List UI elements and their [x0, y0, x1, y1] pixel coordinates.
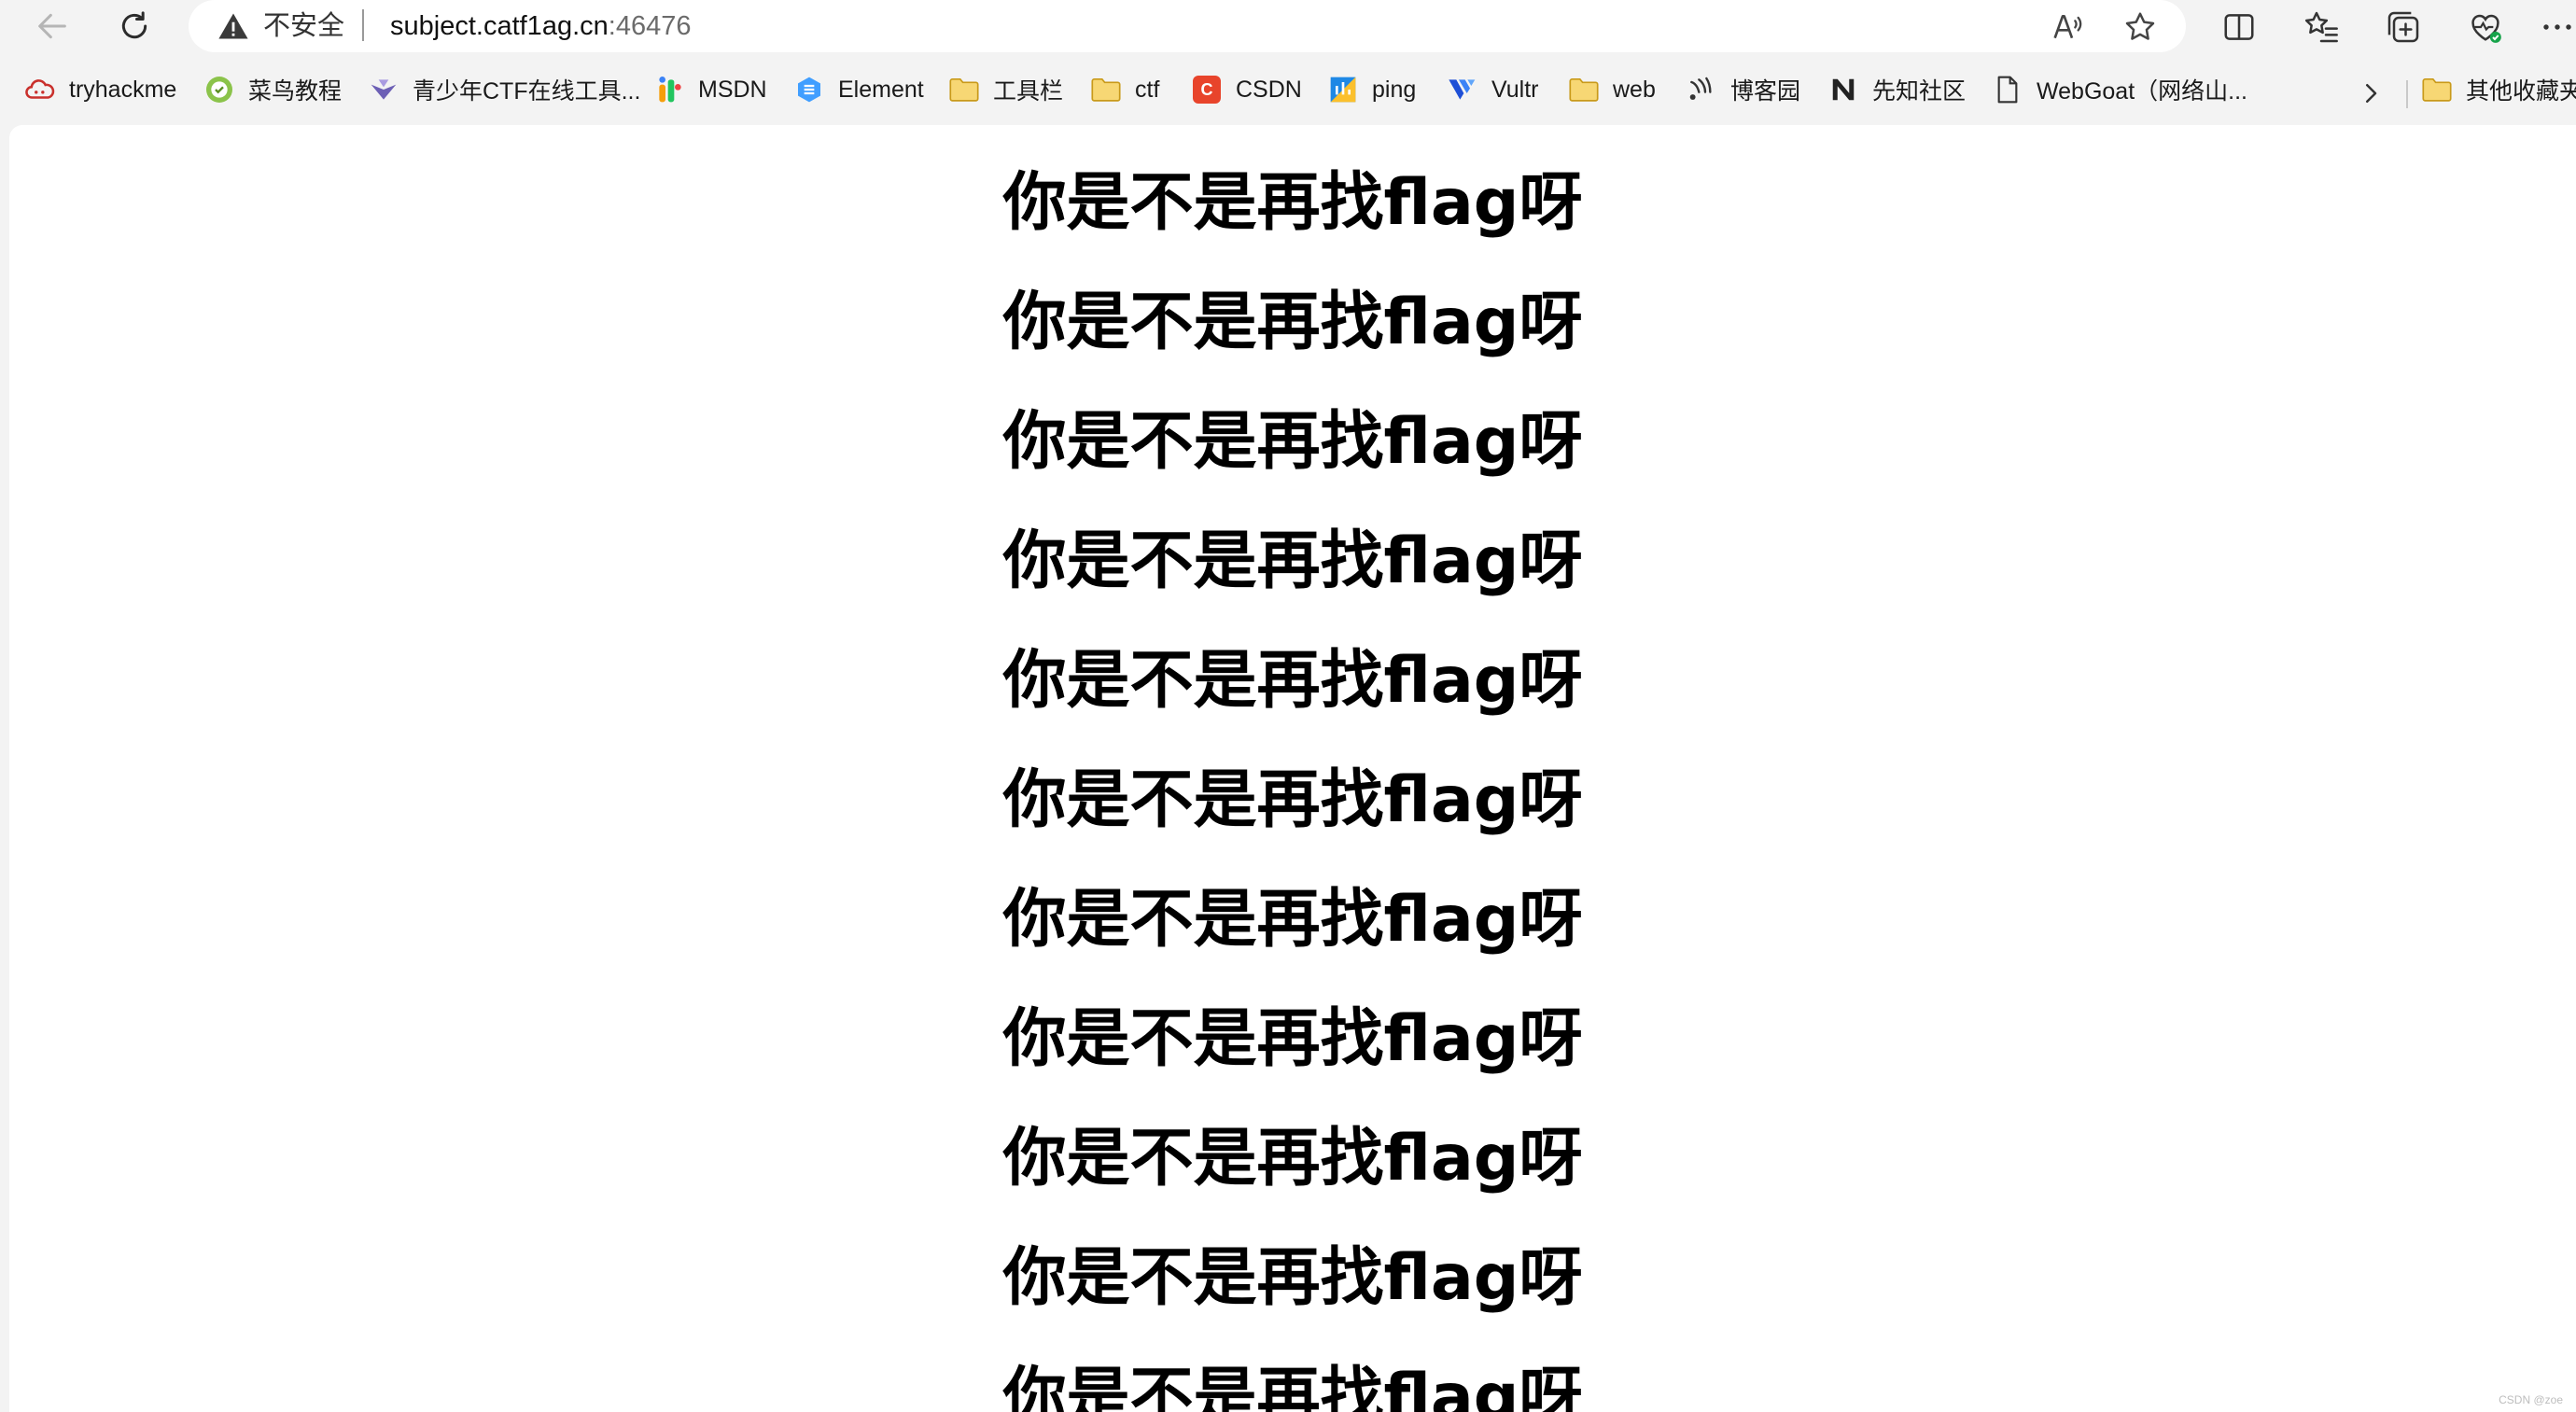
bookmark-tryhackme[interactable]: tryhackme	[24, 69, 176, 110]
bookmark-folder-tools[interactable]: 工具栏	[948, 69, 1063, 110]
bookmarks-bar: tryhackme 菜鸟教程 青少年CTF在线工具... MSDN Elemen…	[0, 62, 2576, 118]
address-bar[interactable]: 不安全 subject.catf1ag.cn:46476	[189, 0, 2186, 52]
security-label[interactable]: 不安全	[263, 7, 344, 45]
bookmark-folder-other[interactable]: 其他收藏夹	[2421, 69, 2576, 110]
page-heading: 你是不是再找flag呀	[1002, 644, 1583, 718]
browser-toolbar: 不安全 subject.catf1ag.cn:46476	[0, 0, 2576, 54]
bookmark-runoob[interactable]: 菜鸟教程	[203, 69, 342, 110]
bookmark-folder-web[interactable]: web	[1568, 69, 1656, 110]
refresh-button[interactable]	[106, 4, 162, 49]
url-port: :46476	[608, 11, 692, 41]
url-host: subject.catf1ag.cn	[390, 11, 609, 41]
bookmark-label: Vultr	[1491, 76, 1539, 103]
url-text[interactable]: subject.catf1ag.cn:46476	[390, 7, 691, 45]
tryhackme-cloud-icon	[24, 74, 56, 105]
xianzhi-icon	[1827, 74, 1859, 105]
page-heading: 你是不是再找flag呀	[1002, 286, 1583, 359]
bookmark-ping[interactable]: ping	[1327, 69, 1416, 110]
bookmark-folder-ctf[interactable]: ctf	[1090, 69, 1159, 110]
bookmark-label: 青少年CTF在线工具...	[413, 78, 641, 105]
folder-icon	[948, 74, 980, 105]
page-content: 你是不是再找flag呀 你是不是再找flag呀 你是不是再找flag呀 你是不是…	[9, 125, 2576, 1412]
page-heading: 你是不是再找flag呀	[1002, 524, 1583, 598]
read-aloud-icon[interactable]	[2048, 7, 2087, 47]
page-heading: 你是不是再找flag呀	[1002, 883, 1583, 957]
ping-icon	[1327, 74, 1359, 105]
bookmark-vultr[interactable]: Vultr	[1447, 69, 1538, 110]
folder-icon	[2421, 74, 2453, 105]
bookmark-label: ping	[1372, 76, 1417, 103]
page-heading: 你是不是再找flag呀	[1002, 405, 1583, 479]
page-icon	[1992, 74, 2023, 105]
page-heading: 你是不是再找flag呀	[1002, 1361, 1583, 1412]
bookmark-cnblogs[interactable]: 博客园	[1686, 69, 1800, 110]
chevron-right-icon	[2366, 84, 2377, 103]
bookmark-webgoat[interactable]: WebGoat（网络山...	[1992, 69, 2247, 110]
page-heading: 你是不是再找flag呀	[1002, 1122, 1583, 1195]
page-heading: 你是不是再找flag呀	[1002, 166, 1583, 240]
bookmark-label: ctf	[1135, 76, 1160, 103]
runoob-icon	[203, 74, 235, 105]
csdn-icon: C	[1191, 74, 1223, 105]
browser-essentials-icon[interactable]	[2462, 6, 2509, 49]
arrow-left-icon	[38, 13, 66, 39]
bookmarks-overflow-button[interactable]	[2352, 75, 2389, 112]
page-heading: 你是不是再找flag呀	[1002, 763, 1583, 837]
bookmark-csdn[interactable]: C CSDN	[1191, 69, 1302, 110]
refresh-icon	[121, 11, 147, 39]
bookmark-label: WebGoat（网络山...	[2037, 78, 2247, 105]
msdn-icon	[653, 74, 685, 105]
bookmark-label: tryhackme	[69, 76, 177, 103]
bookmarks-divider	[2406, 80, 2408, 108]
back-button[interactable]	[24, 4, 80, 49]
folder-icon	[1568, 74, 1600, 105]
bookmark-msdn[interactable]: MSDN	[653, 69, 767, 110]
bookmark-label: CSDN	[1236, 76, 1302, 103]
collections-icon[interactable]	[2380, 6, 2427, 49]
bookmark-qsnctf[interactable]: 青少年CTF在线工具...	[368, 69, 640, 110]
bookmark-label: Element	[838, 76, 924, 103]
bookmark-label: 先知社区	[1872, 78, 1967, 105]
more-options-icon[interactable]	[2539, 6, 2576, 49]
watermark: CSDN @zoe	[2499, 1393, 2563, 1406]
bookmark-label: 工具栏	[993, 78, 1064, 105]
bookmark-label: 菜鸟教程	[248, 78, 343, 105]
folder-icon	[1090, 74, 1122, 105]
bookmark-label: 其他收藏夹	[2466, 78, 2576, 105]
page-heading: 你是不是再找flag呀	[1002, 1002, 1583, 1076]
bookmark-xianzhi[interactable]: 先知社区	[1827, 69, 1966, 110]
bookmark-label: MSDN	[698, 76, 767, 103]
cnblogs-icon	[1686, 74, 1717, 105]
bookmark-element[interactable]: Element	[793, 69, 924, 110]
split-screen-icon[interactable]	[2216, 6, 2262, 49]
favorites-list-icon[interactable]	[2298, 6, 2345, 49]
page-heading: 你是不是再找flag呀	[1002, 1241, 1583, 1315]
bookmark-label: 博客园	[1730, 78, 1801, 105]
qsnctf-icon	[368, 74, 399, 105]
warning-icon[interactable]	[217, 9, 250, 43]
vultr-icon	[1447, 74, 1478, 105]
address-separator	[362, 9, 364, 41]
bookmark-label: web	[1613, 76, 1656, 103]
favorite-star-icon[interactable]	[2121, 7, 2160, 47]
element-icon	[793, 74, 825, 105]
